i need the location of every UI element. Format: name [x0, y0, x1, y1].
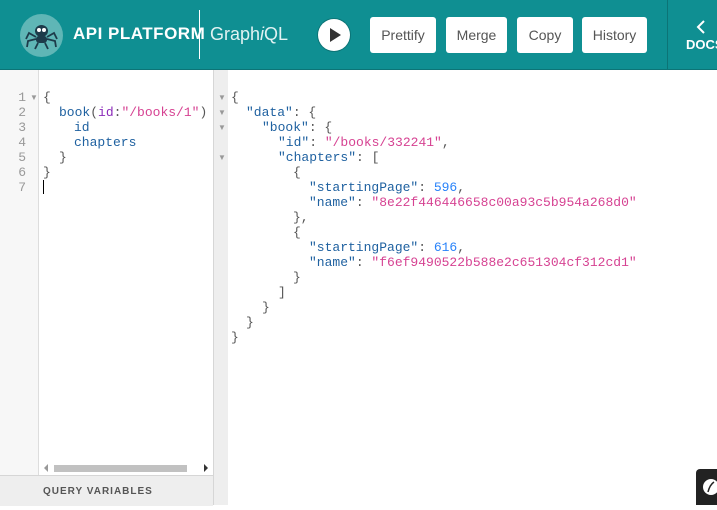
- title-suffix: QL: [264, 24, 289, 44]
- play-icon: [330, 28, 341, 42]
- line-number: 1: [18, 90, 26, 105]
- query-line: id: [74, 120, 90, 135]
- horizontal-scrollbar[interactable]: [38, 461, 213, 475]
- result-line: "data": {: [246, 105, 317, 120]
- key-name: "name": [309, 195, 356, 210]
- scroll-left-icon[interactable]: [44, 464, 48, 472]
- fold-arrow-icon[interactable]: ▼: [218, 93, 226, 102]
- result-line: "chapters": [: [278, 150, 380, 165]
- key-chapters: "chapters": [278, 150, 357, 165]
- result-line: {: [293, 165, 301, 180]
- key-book: "book": [262, 120, 309, 135]
- docs-label: DOCS: [686, 37, 717, 52]
- value-id: "/books/332241": [324, 135, 442, 150]
- line-number: 3: [18, 120, 26, 135]
- header-divider: [199, 10, 200, 59]
- key-startingPage: "startingPage": [309, 240, 419, 255]
- value-startingPage: 596: [433, 180, 458, 195]
- line-number: 7: [18, 180, 26, 195]
- result-line: },: [293, 210, 309, 225]
- query-variables-label: QUERY VARIABLES: [43, 486, 153, 497]
- result-viewer: { "data": { "book": { "id": "/books/3322…: [228, 70, 717, 505]
- query-editor[interactable]: 1 2 3 4 5 6 7 ▼ { book(id:"/books/1") id…: [0, 70, 213, 506]
- result-line: ]: [278, 285, 286, 300]
- result-gutter: ▼ ▼ ▼ ▼: [213, 70, 229, 505]
- field-id: id: [74, 120, 90, 135]
- result-line: }: [246, 315, 254, 330]
- value-startingPage: 616: [433, 240, 458, 255]
- value-name: "8e22f446446658c00a93c5b954a268d0": [371, 195, 637, 210]
- history-button[interactable]: History: [582, 17, 647, 53]
- title-prefix: Graph: [210, 24, 261, 44]
- result-line: "startingPage": 616,: [309, 240, 466, 255]
- merge-button[interactable]: Merge: [446, 17, 507, 53]
- field-book: book: [59, 105, 91, 120]
- line-number: 2: [18, 105, 26, 120]
- brace: {: [231, 90, 239, 105]
- argument-value: "/books/1": [121, 105, 200, 120]
- docs-toggle[interactable]: DOCS: [667, 0, 717, 69]
- query-line: chapters: [74, 135, 136, 150]
- key-name: "name": [309, 255, 356, 270]
- key-data: "data": [246, 105, 293, 120]
- key-startingPage: "startingPage": [309, 180, 419, 195]
- query-line: }: [43, 165, 51, 180]
- query-line: }: [59, 150, 67, 165]
- query-line: book(id:"/books/1"): [59, 105, 207, 120]
- result-line: }: [262, 300, 270, 315]
- line-number: 5: [18, 150, 26, 165]
- result-line: "book": {: [262, 120, 333, 135]
- result-line: "name": "8e22f446446658c00a93c5b954a268d…: [309, 195, 637, 210]
- result-line: "name": "f6ef9490522b588e2c651304cf312cd…: [309, 255, 637, 270]
- scroll-right-icon[interactable]: [204, 464, 208, 472]
- fold-arrow-icon[interactable]: ▼: [30, 93, 38, 102]
- result-line: }: [231, 330, 239, 345]
- query-line: {: [43, 90, 51, 105]
- spider-logo-icon: [20, 14, 63, 57]
- api-platform-logo: API PLATFORM: [20, 13, 205, 57]
- fold-arrow-icon[interactable]: ▼: [218, 153, 226, 162]
- copy-button[interactable]: Copy: [517, 17, 573, 53]
- brace: }: [59, 150, 67, 165]
- paren-open: (: [90, 105, 99, 120]
- field-chapters: chapters: [74, 135, 137, 150]
- scrollbar-thumb[interactable]: [54, 465, 187, 472]
- fold-arrow-icon[interactable]: ▼: [218, 123, 226, 132]
- text-cursor: [43, 180, 44, 194]
- brace: }: [43, 165, 51, 180]
- value-name: "f6ef9490522b588e2c651304cf312cd1": [371, 255, 637, 270]
- line-number: 4: [18, 135, 26, 150]
- brace: {: [43, 90, 51, 105]
- query-variables-toggle[interactable]: QUERY VARIABLES: [0, 475, 213, 506]
- key-id: "id": [278, 135, 310, 150]
- line-number: 6: [18, 165, 26, 180]
- paren-close: ): [199, 105, 208, 120]
- prettify-button[interactable]: Prettify: [370, 17, 436, 53]
- argument-id: id: [98, 105, 114, 120]
- result-line: {: [293, 225, 301, 240]
- symfony-badge-icon[interactable]: [696, 469, 717, 505]
- result-line: "id": "/books/332241",: [278, 135, 450, 150]
- chevron-left-icon: [696, 20, 705, 34]
- execute-query-button[interactable]: [318, 19, 350, 51]
- top-toolbar: API PLATFORM GraphiQL Prettify Merge Cop…: [0, 0, 717, 70]
- result-line: {: [231, 90, 239, 105]
- graphiql-title: GraphiQL: [210, 24, 288, 45]
- result-line: "startingPage": 596,: [309, 180, 466, 195]
- logo-text: API PLATFORM: [73, 24, 206, 43]
- fold-arrow-icon[interactable]: ▼: [218, 108, 226, 117]
- result-line: }: [293, 270, 301, 285]
